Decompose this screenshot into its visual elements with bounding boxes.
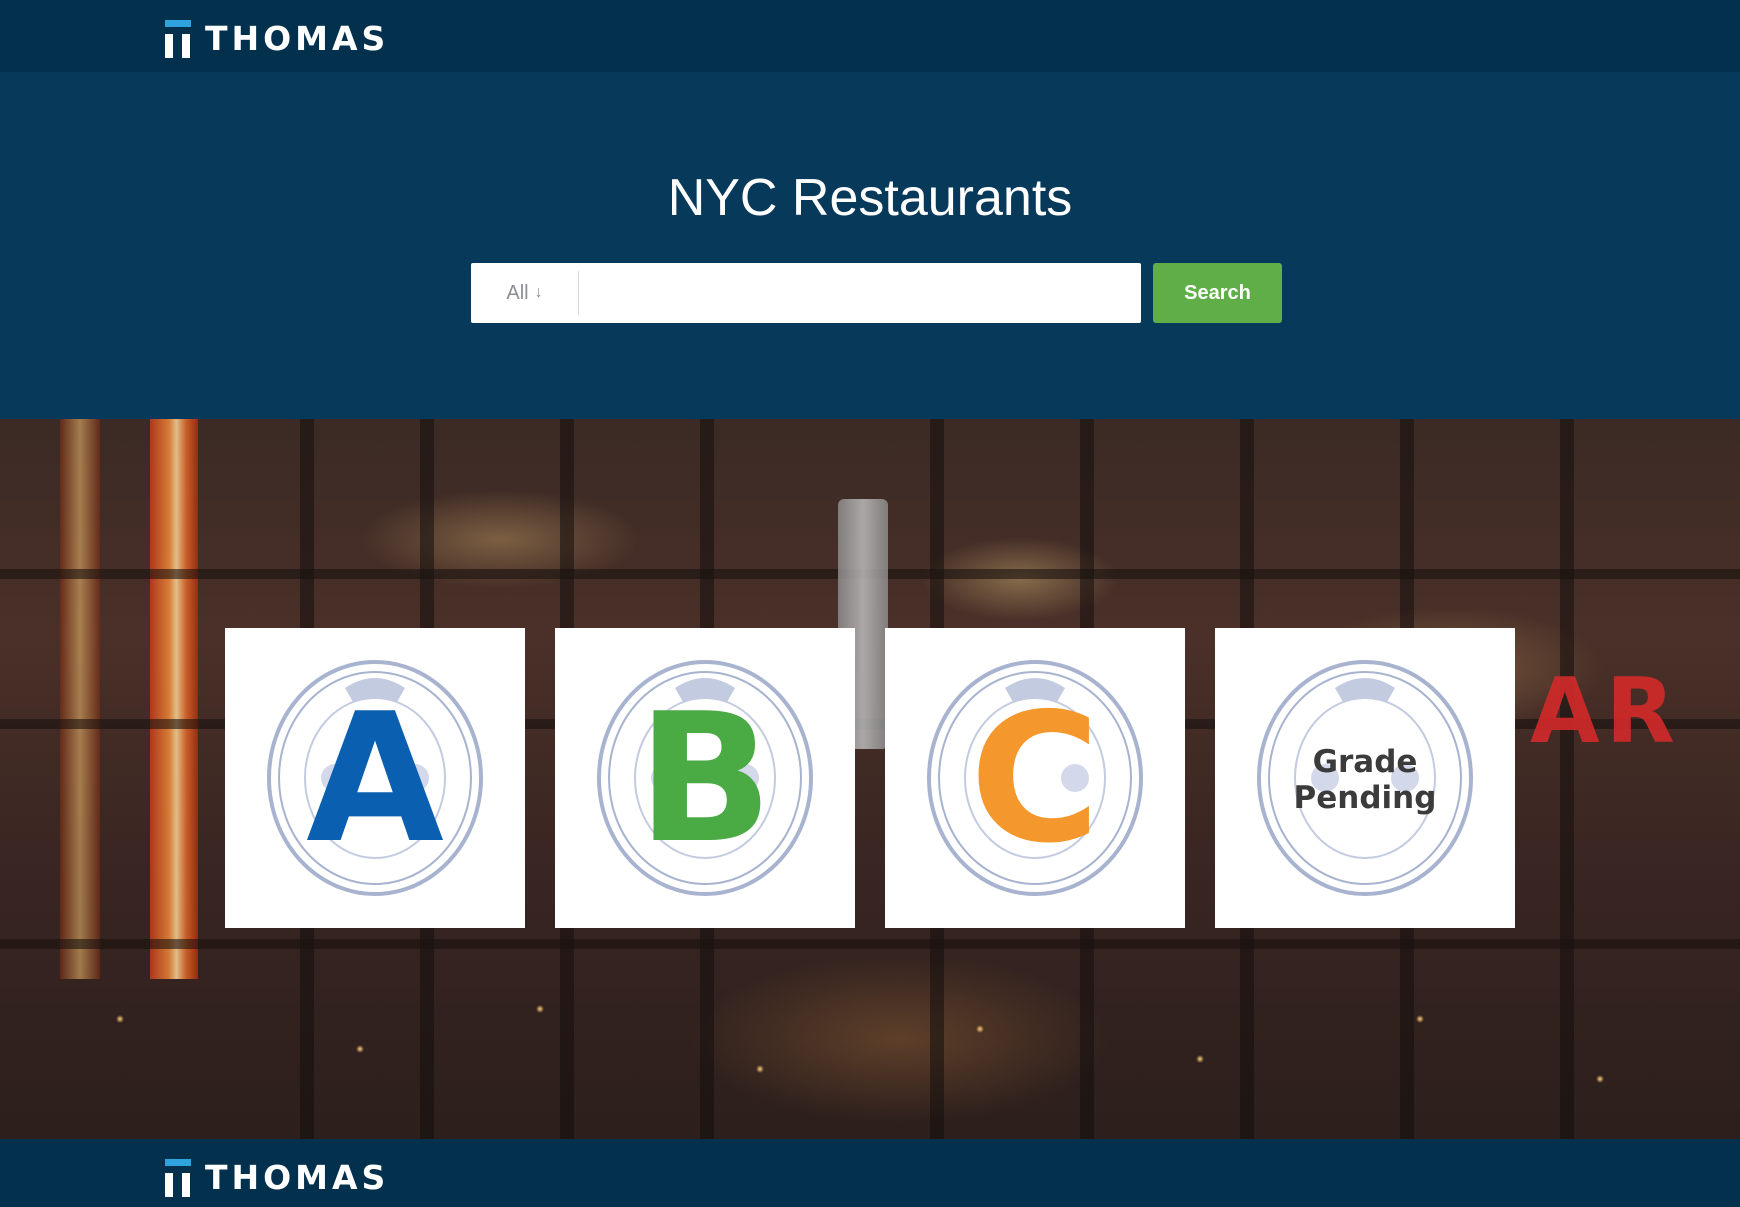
- grade-card-c[interactable]: C: [885, 628, 1185, 928]
- footer-thomas-logo[interactable]: THOMAS: [165, 1153, 389, 1197]
- thomas-logo-icon: [165, 1159, 191, 1197]
- arrow-down-icon: ↓: [534, 284, 543, 301]
- grade-letter-b: B: [637, 675, 773, 882]
- grade-card-a[interactable]: A: [225, 628, 525, 928]
- grade-card-b[interactable]: B: [555, 628, 855, 928]
- grade-pending-line1: Grade: [1312, 744, 1418, 780]
- grade-pending-label: Grade Pending: [1215, 744, 1515, 816]
- search-button[interactable]: Search: [1153, 263, 1282, 323]
- hero-section: NYC Restaurants All ↓ Search: [0, 72, 1740, 419]
- grade-letter-c: C: [969, 675, 1101, 882]
- thomas-logo[interactable]: THOMAS: [165, 14, 389, 58]
- footer: THOMAS: [0, 1139, 1740, 1207]
- search-input[interactable]: [579, 263, 1141, 323]
- grade-pending-line2: Pending: [1293, 780, 1437, 816]
- thomas-logo-icon: [165, 20, 191, 58]
- grade-card-pending[interactable]: Grade Pending: [1215, 628, 1515, 928]
- search-scope-label: All: [506, 281, 529, 304]
- grade-letter-a: A: [306, 675, 444, 882]
- search-scope-dropdown[interactable]: All ↓: [471, 271, 579, 315]
- footer-logo-text: THOMAS: [205, 1158, 390, 1197]
- top-navbar: THOMAS: [0, 0, 1740, 72]
- search-bar: All ↓: [471, 263, 1141, 323]
- logo-text: THOMAS: [205, 19, 390, 58]
- page-title: NYC Restaurants: [667, 169, 1073, 227]
- page: THOMAS NYC Restaurants All ↓ Search AR A…: [0, 0, 1740, 1207]
